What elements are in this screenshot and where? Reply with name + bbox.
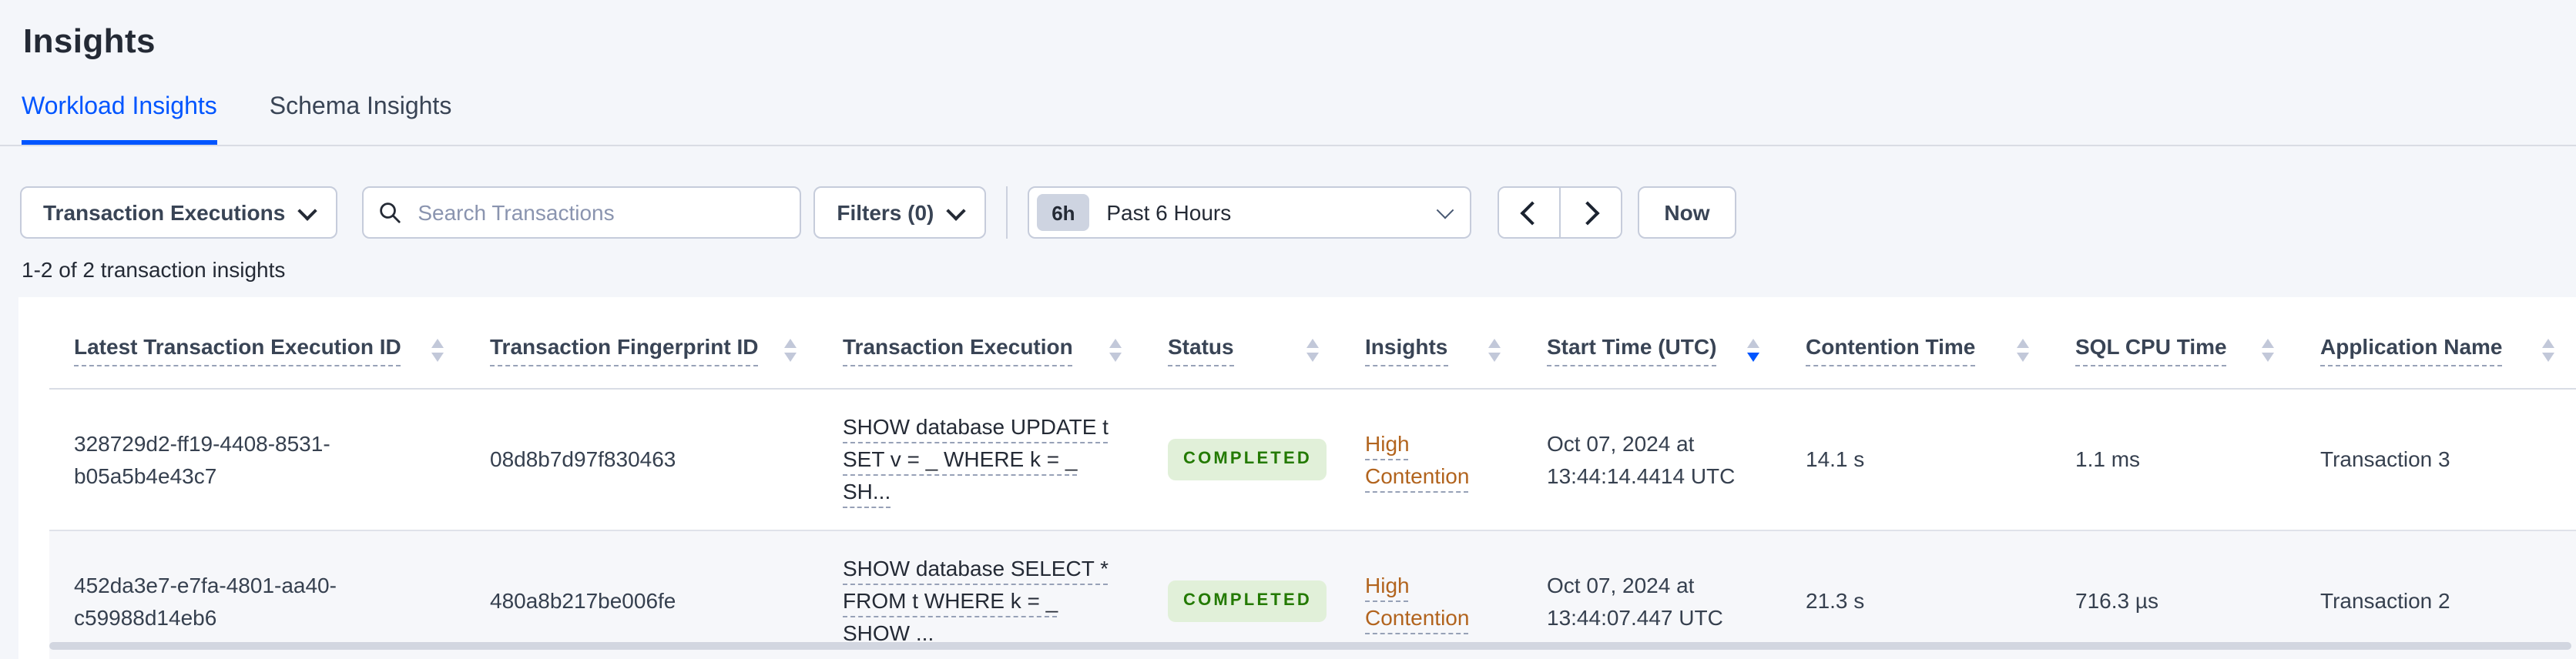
now-button[interactable]: Now: [1638, 186, 1736, 239]
cell-sql-cpu-time: 1.1 ms: [2051, 389, 2296, 531]
chevron-down-icon: [1437, 201, 1454, 219]
tab-workload-insights[interactable]: Workload Insights: [22, 94, 217, 145]
sort-icon[interactable]: [784, 339, 797, 362]
column-header-start-time[interactable]: Start Time (UTC): [1522, 297, 1781, 390]
chevron-left-icon: [1520, 200, 1545, 225]
cell-contention-time: 21.3 s: [1781, 530, 2051, 659]
results-summary: 1-2 of 2 transaction insights: [22, 257, 286, 282]
table-row: 452da3e7-e7fa-4801-aa40-c59988d14eb6 480…: [49, 530, 2576, 659]
sort-icon[interactable]: [1306, 339, 1319, 362]
column-header-latest-transaction-execution-id[interactable]: Latest Transaction Execution ID: [49, 297, 465, 390]
previous-range-button[interactable]: [1499, 188, 1560, 237]
cell-start-time: Oct 07, 2024 at 13:44:14.4414 UTC: [1522, 389, 1781, 531]
cell-application-name: Transaction 3: [2296, 389, 2576, 531]
cell-fingerprint-id: 08d8b7d97f830463: [465, 389, 818, 531]
page-title: Insights: [23, 22, 156, 60]
sort-icon-active-desc[interactable]: [1747, 339, 1759, 362]
search-box: [362, 186, 802, 239]
transaction-insights-table: Latest Transaction Execution ID Transact…: [49, 297, 2576, 659]
chevron-right-icon: [1575, 200, 1600, 225]
now-button-label: Now: [1664, 200, 1710, 225]
cell-sql-cpu-time: 716.3 µs: [2051, 530, 2296, 659]
sort-icon[interactable]: [2262, 339, 2274, 362]
column-header-status[interactable]: Status: [1143, 297, 1340, 390]
transaction-execution-link[interactable]: SHOW database UPDATE t SET v = _ WHERE k…: [843, 414, 1109, 503]
sort-icon[interactable]: [431, 339, 444, 362]
time-range-badge: 6h: [1037, 194, 1090, 231]
insights-table-card: Latest Transaction Execution ID Transact…: [18, 297, 2576, 659]
tab-bar: Workload Insights Schema Insights: [0, 62, 2576, 146]
status-badge: COMPLETED: [1168, 439, 1327, 480]
execution-type-dropdown-label: Transaction Executions: [43, 200, 286, 225]
horizontal-scrollbar[interactable]: [49, 642, 2571, 650]
insights-page: Insights Workload Insights Schema Insigh…: [0, 0, 2576, 659]
sort-icon[interactable]: [2017, 339, 2029, 362]
column-header-transaction-fingerprint-id[interactable]: Transaction Fingerprint ID: [465, 297, 818, 390]
cell-application-name: Transaction 2: [2296, 530, 2576, 659]
column-header-contention-time[interactable]: Contention Time: [1781, 297, 2051, 390]
cell-fingerprint-id: 480a8b217be006fe: [465, 530, 818, 659]
toolbar-divider: [1006, 186, 1008, 239]
execution-type-dropdown[interactable]: Transaction Executions: [20, 186, 338, 239]
column-header-application-name[interactable]: Application Name: [2296, 297, 2576, 390]
transaction-execution-link[interactable]: SHOW database SELECT * FROM t WHERE k = …: [843, 556, 1109, 645]
sort-icon[interactable]: [2542, 339, 2554, 362]
table-header-row: Latest Transaction Execution ID Transact…: [49, 297, 2576, 390]
table-row: 328729d2-ff19-4408-8531-b05a5b4e43c7 08d…: [49, 389, 2576, 531]
sort-icon[interactable]: [1109, 339, 1122, 362]
search-icon: [380, 202, 401, 223]
chevron-down-icon: [297, 200, 318, 220]
time-range-pager: [1498, 186, 1623, 239]
tab-schema-insights[interactable]: Schema Insights: [270, 94, 452, 145]
cell-latest-execution-id: 328729d2-ff19-4408-8531-b05a5b4e43c7: [49, 389, 465, 531]
next-range-button[interactable]: [1559, 188, 1622, 237]
time-range-label: Past 6 Hours: [1106, 200, 1232, 225]
column-header-sql-cpu-time[interactable]: SQL CPU Time: [2051, 297, 2296, 390]
time-range-picker[interactable]: 6h Past 6 Hours: [1028, 186, 1472, 239]
app-viewport: Insights Workload Insights Schema Insigh…: [0, 0, 2576, 659]
column-header-transaction-execution[interactable]: Transaction Execution: [818, 297, 1143, 390]
filters-button-label: Filters (0): [837, 200, 934, 225]
insight-high-contention-link[interactable]: High Contention: [1365, 572, 1469, 629]
cell-start-time: Oct 07, 2024 at 13:44:07.447 UTC: [1522, 530, 1781, 659]
column-header-insights[interactable]: Insights: [1340, 297, 1522, 390]
chevron-down-icon: [946, 200, 967, 220]
cell-contention-time: 14.1 s: [1781, 389, 2051, 531]
filters-button[interactable]: Filters (0): [813, 186, 987, 239]
search-input[interactable]: [414, 199, 785, 226]
toolbar: Transaction Executions Filters (0) 6h Pa…: [20, 186, 2576, 239]
insight-high-contention-link[interactable]: High Contention: [1365, 430, 1469, 487]
sort-icon[interactable]: [1488, 339, 1501, 362]
status-badge: COMPLETED: [1168, 580, 1327, 622]
cell-latest-execution-id: 452da3e7-e7fa-4801-aa40-c59988d14eb6: [49, 530, 465, 659]
